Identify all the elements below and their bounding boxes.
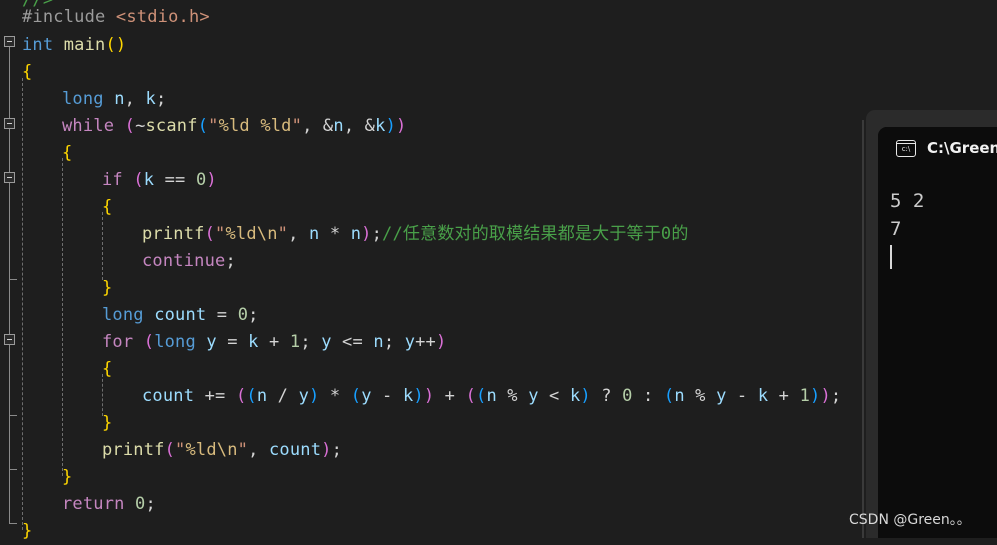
code-line[interactable]: int main(): [22, 32, 126, 59]
fold-end-main: [9, 523, 17, 524]
console-cmd-icon: [896, 139, 916, 157]
code-line[interactable]: #include <stdio.h>: [22, 4, 210, 31]
code-line[interactable]: long n, k;: [62, 86, 166, 113]
inline-comment: //任意数对的取模结果都是大于等于0的: [382, 224, 689, 244]
indent-guide-3: [102, 212, 103, 280]
fold-range-if: [9, 180, 10, 280]
terminal-window[interactable]: C:\Green 5 2 7: [866, 110, 997, 538]
code-line[interactable]: {: [62, 140, 72, 167]
code-line[interactable]: continue;: [142, 248, 236, 275]
watermark: CSDN @Green。。: [849, 512, 971, 528]
code-line[interactable]: {: [102, 194, 112, 221]
terminal-title: C:\Green: [927, 139, 997, 157]
fold-end-while: [9, 469, 17, 470]
fold-end-for: [9, 415, 17, 416]
code-line[interactable]: {: [102, 356, 112, 383]
code-line[interactable]: for (long y = k + 1; y <= n; y++): [102, 329, 446, 356]
terminal-output[interactable]: 5 2 7: [878, 169, 997, 538]
code-line[interactable]: }: [102, 410, 112, 437]
indent-guide-1: [22, 78, 23, 530]
fold-toggle-if[interactable]: [4, 172, 15, 183]
code-line[interactable]: count += ((n / y) * (y - k)) + ((n % y <…: [142, 383, 841, 410]
code-line[interactable]: printf("%ld\n", n * n);//任意数对的取模结果都是大于等于…: [142, 221, 689, 248]
code-line[interactable]: if (k == 0): [102, 167, 217, 194]
code-line[interactable]: while (~scanf("%ld %ld", &n, &k)): [62, 113, 406, 140]
code-line[interactable]: }: [22, 518, 32, 545]
fold-end-if: [9, 279, 17, 280]
code-line[interactable]: long count = 0;: [102, 302, 259, 329]
code-editor[interactable]: //> #include <stdio.h> int main() { long…: [0, 0, 997, 541]
terminal-inner[interactable]: C:\Green 5 2 7: [878, 127, 997, 538]
fold-toggle-while[interactable]: [4, 118, 15, 129]
code-line[interactable]: printf("%ld\n", count);: [102, 437, 342, 464]
indent-guide-2: [62, 158, 63, 476]
terminal-cursor: [890, 245, 892, 269]
terminal-titlebar[interactable]: C:\Green: [878, 127, 997, 169]
code-line[interactable]: return 0;: [62, 491, 156, 518]
fold-toggle-for[interactable]: [4, 334, 15, 345]
fold-toggle-main[interactable]: [4, 36, 15, 47]
fold-gutter[interactable]: [0, 0, 22, 538]
code-line[interactable]: }: [102, 275, 112, 302]
fold-range-for: [9, 342, 10, 416]
terminal-output-line: 5 2: [890, 190, 925, 212]
code-line[interactable]: }: [62, 464, 72, 491]
terminal-output-line: 7: [890, 218, 902, 240]
overlay-edge-divider: [862, 120, 864, 538]
code-line[interactable]: {: [22, 59, 32, 86]
